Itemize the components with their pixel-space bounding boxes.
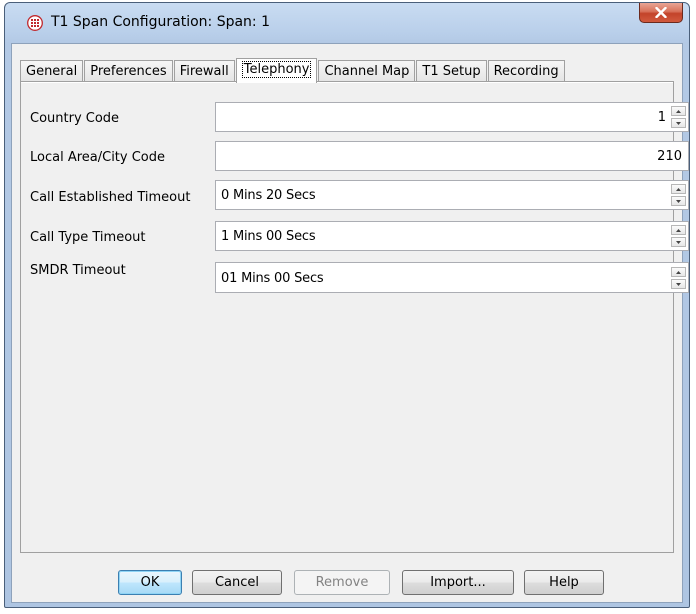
tab-label: Recording: [493, 64, 559, 79]
tab-telephony[interactable]: Telephony: [235, 58, 318, 83]
arrow-down-icon: [676, 240, 681, 244]
dialog-window: T1 Span Configuration: Span: 1 General P…: [4, 2, 690, 608]
tab-label: Channel Map: [324, 64, 410, 79]
smdr-timeout-label: SMDR Timeout: [30, 263, 126, 278]
telephony-app-icon: [27, 15, 43, 31]
close-button[interactable]: [639, 3, 683, 23]
tab-recording[interactable]: Recording: [487, 60, 565, 82]
cancel-button[interactable]: Cancel: [192, 570, 282, 595]
tab-label: T1 Setup: [422, 64, 481, 79]
call-type-timeout-label: Call Type Timeout: [30, 230, 146, 245]
area-code-label: Local Area/City Code: [30, 150, 166, 165]
arrow-down-icon: [676, 121, 681, 125]
spinner-control: [671, 106, 686, 128]
spin-down-button[interactable]: [671, 237, 686, 247]
tab-label: General: [26, 64, 78, 79]
country-code-label: Country Code: [30, 111, 120, 126]
tab-general[interactable]: General: [20, 60, 84, 82]
spinner-control: [671, 184, 686, 206]
smdr-timeout-spinner[interactable]: 01 Mins 00 Secs: [215, 262, 689, 293]
spin-down-button[interactable]: [671, 279, 686, 289]
tab-label: Preferences: [90, 64, 167, 79]
tab-preferences[interactable]: Preferences: [84, 60, 173, 82]
tab-channel-map[interactable]: Channel Map: [318, 60, 416, 82]
title-bar[interactable]: T1 Span Configuration: Span: 1: [5, 3, 689, 43]
tab-label: Telephony: [241, 60, 312, 78]
help-button[interactable]: Help: [524, 570, 604, 595]
call-established-timeout-label: Call Established Timeout: [30, 190, 191, 205]
ok-button[interactable]: OK: [118, 570, 182, 595]
country-code-value: 1: [657, 110, 666, 125]
arrow-up-icon: [676, 187, 681, 191]
arrow-down-icon: [676, 282, 681, 286]
call-type-timeout-value: 1 Mins 00 Secs: [221, 229, 316, 244]
tab-t1-setup[interactable]: T1 Setup: [416, 60, 487, 82]
country-code-spinner[interactable]: 1: [215, 102, 689, 132]
spin-down-button[interactable]: [671, 118, 686, 128]
arrow-up-icon: [676, 109, 681, 113]
remove-button[interactable]: Remove: [294, 570, 390, 595]
call-type-timeout-spinner[interactable]: 1 Mins 00 Secs: [215, 221, 689, 251]
arrow-up-icon: [676, 228, 681, 232]
close-icon: [655, 7, 667, 18]
spin-up-button[interactable]: [671, 225, 686, 235]
call-established-timeout-value: 0 Mins 20 Secs: [221, 188, 316, 203]
tab-label: Firewall: [179, 64, 229, 79]
window-title: T1 Span Configuration: Span: 1: [51, 14, 270, 30]
dialog-client-area: General Preferences Firewall Telephony C…: [11, 43, 689, 603]
arrow-down-icon: [676, 199, 681, 203]
spin-up-button[interactable]: [671, 267, 686, 277]
smdr-timeout-value: 01 Mins 00 Secs: [221, 271, 324, 286]
spin-up-button[interactable]: [671, 184, 686, 194]
telephony-panel: Country Code 1 Local Area/City Code 210 …: [20, 81, 689, 553]
import-button[interactable]: Import...: [402, 570, 514, 595]
spinner-control: [671, 267, 686, 289]
spin-up-button[interactable]: [671, 106, 686, 116]
dialog-button-bar: OK Cancel Remove Import... Help: [12, 570, 682, 596]
spinner-control: [671, 225, 686, 247]
tab-firewall[interactable]: Firewall: [173, 60, 235, 82]
spin-down-button[interactable]: [671, 196, 686, 206]
call-established-timeout-spinner[interactable]: 0 Mins 20 Secs: [215, 180, 689, 210]
area-code-value: 210: [657, 149, 682, 164]
area-code-input[interactable]: 210: [215, 141, 689, 171]
arrow-up-icon: [676, 270, 681, 274]
tab-strip: General Preferences Firewall Telephony C…: [20, 58, 566, 83]
